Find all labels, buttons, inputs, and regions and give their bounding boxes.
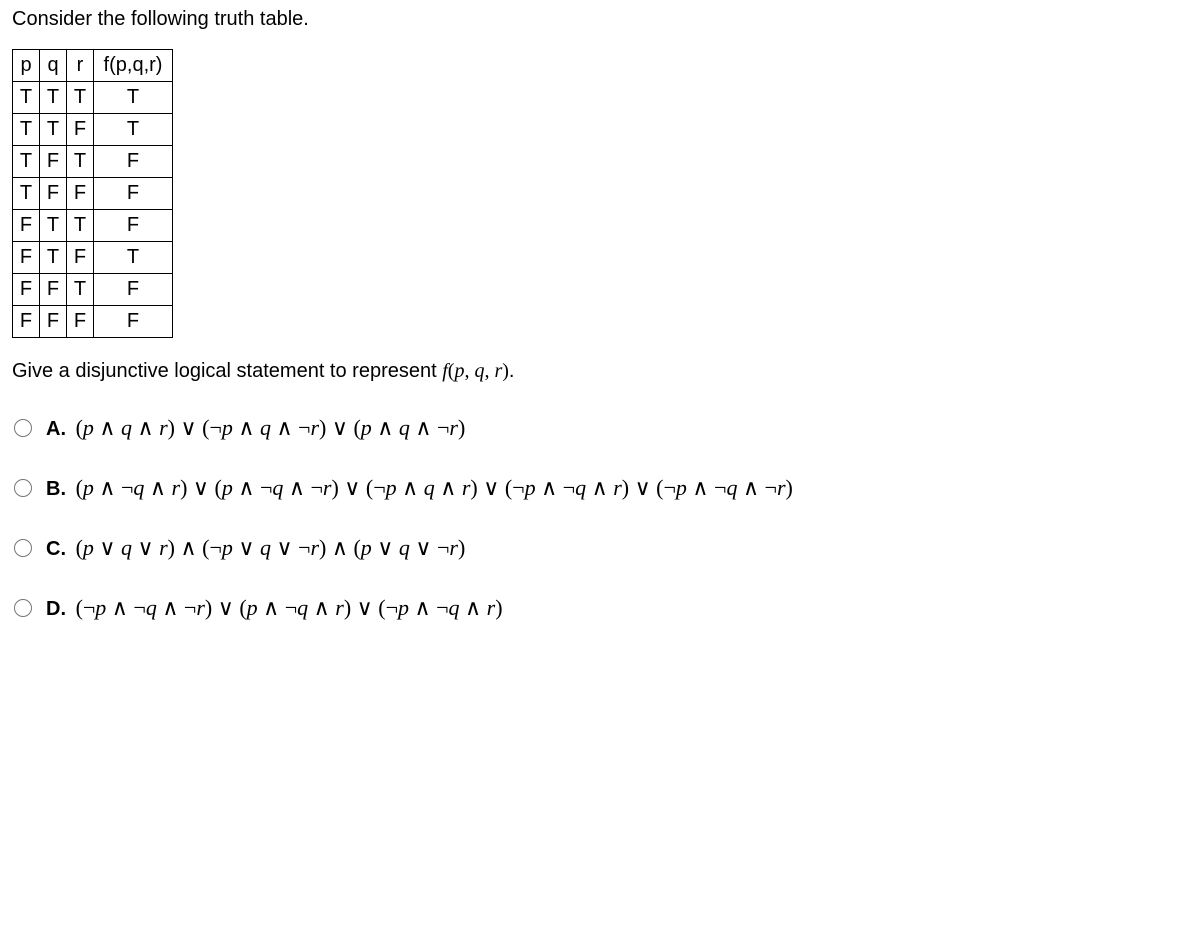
options-group: A. (p ∧ q ∧ r) ∨ (¬p ∧ q ∧ ¬r) ∨ (p ∧ q … [12, 415, 1188, 621]
table-row: T F T F [13, 146, 173, 178]
cell-r: T [67, 210, 94, 242]
cell-p: F [13, 274, 40, 306]
option-c-radio[interactable] [14, 539, 32, 557]
option-b-letter: B. [46, 478, 66, 500]
cell-r: T [67, 146, 94, 178]
prompt-suffix: . [509, 360, 515, 382]
cell-r: F [67, 114, 94, 146]
table-row: T T F T [13, 114, 173, 146]
option-a-radio[interactable] [14, 419, 32, 437]
option-a-label: A. (p ∧ q ∧ r) ∨ (¬p ∧ q ∧ ¬r) ∨ (p ∧ q … [46, 415, 465, 441]
cell-p: T [13, 146, 40, 178]
cell-p: F [13, 306, 40, 338]
table-row: F T F T [13, 242, 173, 274]
table-row: T T T T [13, 82, 173, 114]
cell-f: F [94, 146, 173, 178]
cell-p: T [13, 178, 40, 210]
cell-p: T [13, 82, 40, 114]
cell-q: F [40, 306, 67, 338]
option-c-expr: (p ∨ q ∨ r) ∧ (¬p ∨ q ∨ ¬r) ∧ (p ∨ q ∨ ¬… [76, 535, 466, 560]
cell-f: T [94, 242, 173, 274]
cell-f: F [94, 274, 173, 306]
cell-r: T [67, 82, 94, 114]
cell-p: F [13, 242, 40, 274]
option-a[interactable]: A. (p ∧ q ∧ r) ∨ (¬p ∧ q ∧ ¬r) ∨ (p ∧ q … [14, 415, 1188, 441]
option-c-letter: C. [46, 538, 66, 560]
truth-table: p q r f(p,q,r) T T T T T T F T T F T F T… [12, 49, 173, 338]
cell-q: T [40, 210, 67, 242]
option-a-expr: (p ∧ q ∧ r) ∨ (¬p ∧ q ∧ ¬r) ∨ (p ∧ q ∧ ¬… [76, 415, 466, 440]
prompt-func: f(p, q, r) [442, 360, 509, 382]
cell-f: F [94, 210, 173, 242]
option-d-radio[interactable] [14, 599, 32, 617]
cell-p: T [13, 114, 40, 146]
intro-text: Consider the following truth table. [12, 8, 1188, 31]
option-d[interactable]: D. (¬p ∧ ¬q ∧ ¬r) ∨ (p ∧ ¬q ∧ r) ∨ (¬p ∧… [14, 595, 1188, 621]
cell-q: F [40, 178, 67, 210]
option-b[interactable]: B. (p ∧ ¬q ∧ r) ∨ (p ∧ ¬q ∧ ¬r) ∨ (¬p ∧ … [14, 475, 1188, 501]
table-row: T F F F [13, 178, 173, 210]
cell-q: T [40, 82, 67, 114]
cell-f: F [94, 178, 173, 210]
cell-q: T [40, 114, 67, 146]
cell-r: T [67, 274, 94, 306]
option-c-label: C. (p ∨ q ∨ r) ∧ (¬p ∨ q ∨ ¬r) ∧ (p ∨ q … [46, 535, 465, 561]
option-b-expr: (p ∧ ¬q ∧ r) ∨ (p ∧ ¬q ∧ ¬r) ∨ (¬p ∧ q ∧… [76, 475, 793, 500]
cell-r: F [67, 242, 94, 274]
cell-q: F [40, 274, 67, 306]
table-header-row: p q r f(p,q,r) [13, 50, 173, 82]
cell-p: F [13, 210, 40, 242]
header-p: p [13, 50, 40, 82]
cell-r: F [67, 178, 94, 210]
cell-q: T [40, 242, 67, 274]
cell-f: F [94, 306, 173, 338]
option-b-radio[interactable] [14, 479, 32, 497]
header-f: f(p,q,r) [94, 50, 173, 82]
table-row: F F T F [13, 274, 173, 306]
option-a-letter: A. [46, 418, 66, 440]
table-row: F F F F [13, 306, 173, 338]
header-r: r [67, 50, 94, 82]
option-d-expr: (¬p ∧ ¬q ∧ ¬r) ∨ (p ∧ ¬q ∧ r) ∨ (¬p ∧ ¬q… [76, 595, 503, 620]
cell-r: F [67, 306, 94, 338]
prompt-text: Give a disjunctive logical statement to … [12, 360, 1188, 383]
cell-f: T [94, 82, 173, 114]
option-c[interactable]: C. (p ∨ q ∨ r) ∧ (¬p ∨ q ∨ ¬r) ∧ (p ∨ q … [14, 535, 1188, 561]
option-d-letter: D. [46, 598, 66, 620]
cell-f: T [94, 114, 173, 146]
cell-q: F [40, 146, 67, 178]
option-b-label: B. (p ∧ ¬q ∧ r) ∨ (p ∧ ¬q ∧ ¬r) ∨ (¬p ∧ … [46, 475, 793, 501]
prompt-prefix: Give a disjunctive logical statement to … [12, 360, 442, 382]
header-q: q [40, 50, 67, 82]
option-d-label: D. (¬p ∧ ¬q ∧ ¬r) ∨ (p ∧ ¬q ∧ r) ∨ (¬p ∧… [46, 595, 503, 621]
table-row: F T T F [13, 210, 173, 242]
